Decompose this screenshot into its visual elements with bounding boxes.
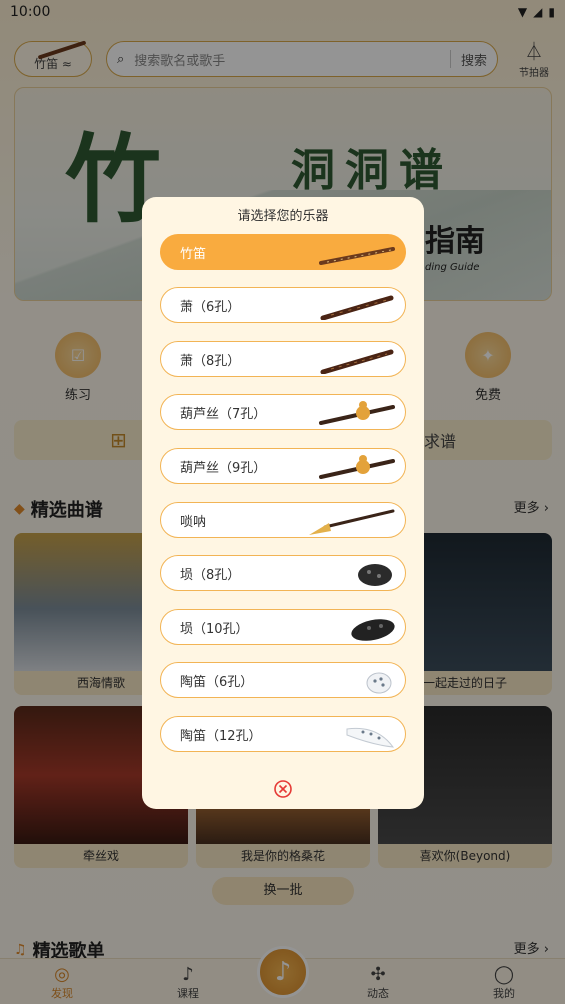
- hulusi-icon: [319, 455, 395, 479]
- instrument-option-xun-10[interactable]: 埙（10孔）: [160, 609, 406, 645]
- ocarina-icon: [366, 672, 392, 694]
- ocarina-icon: [346, 727, 395, 748]
- instrument-option-xun-8[interactable]: 埙（8孔）: [160, 555, 406, 591]
- option-label: 萧（6孔）: [180, 300, 241, 315]
- instrument-option-dizi[interactable]: 竹笛: [160, 234, 406, 270]
- instrument-option-hulusi-9[interactable]: 葫芦丝（9孔）: [160, 448, 406, 484]
- option-label: 竹笛: [180, 247, 207, 262]
- option-label: 埙（10孔）: [180, 622, 249, 637]
- dialog-title: 请选择您的乐器: [237, 209, 329, 224]
- close-icon[interactable]: [273, 779, 293, 799]
- option-label: 葫芦丝（9孔）: [180, 461, 267, 476]
- instrument-option-ocarina-6[interactable]: 陶笛（6孔）: [160, 662, 406, 698]
- option-label: 陶笛（12孔）: [180, 729, 262, 744]
- instrument-picker-dialog: 请选择您的乐器 竹笛 萧（6孔） 萧（8孔） 葫芦丝（7孔） 葫芦丝（9孔） 唢…: [142, 197, 424, 809]
- dizi-flute-icon: [319, 247, 395, 265]
- instrument-option-ocarina-12[interactable]: 陶笛（12孔）: [160, 716, 406, 752]
- xun-icon: [351, 619, 395, 641]
- xun-icon: [358, 564, 392, 586]
- hulusi-icon: [319, 401, 395, 425]
- xiao-flute-icon: [320, 295, 394, 320]
- instrument-option-xiao-6[interactable]: 萧（6孔）: [160, 287, 406, 323]
- option-label: 唢呐: [180, 515, 207, 530]
- instrument-option-hulusi-7[interactable]: 葫芦丝（7孔）: [160, 394, 406, 430]
- option-label: 陶笛（6孔）: [180, 675, 254, 690]
- option-label: 葫芦丝（7孔）: [180, 407, 267, 422]
- instrument-option-xiao-8[interactable]: 萧（8孔）: [160, 341, 406, 377]
- option-label: 埙（8孔）: [180, 568, 241, 583]
- suona-icon: [309, 509, 395, 535]
- instrument-option-suona[interactable]: 唢呐: [160, 502, 406, 538]
- xiao-flute-icon: [320, 349, 394, 374]
- option-label: 萧（8孔）: [180, 354, 241, 369]
